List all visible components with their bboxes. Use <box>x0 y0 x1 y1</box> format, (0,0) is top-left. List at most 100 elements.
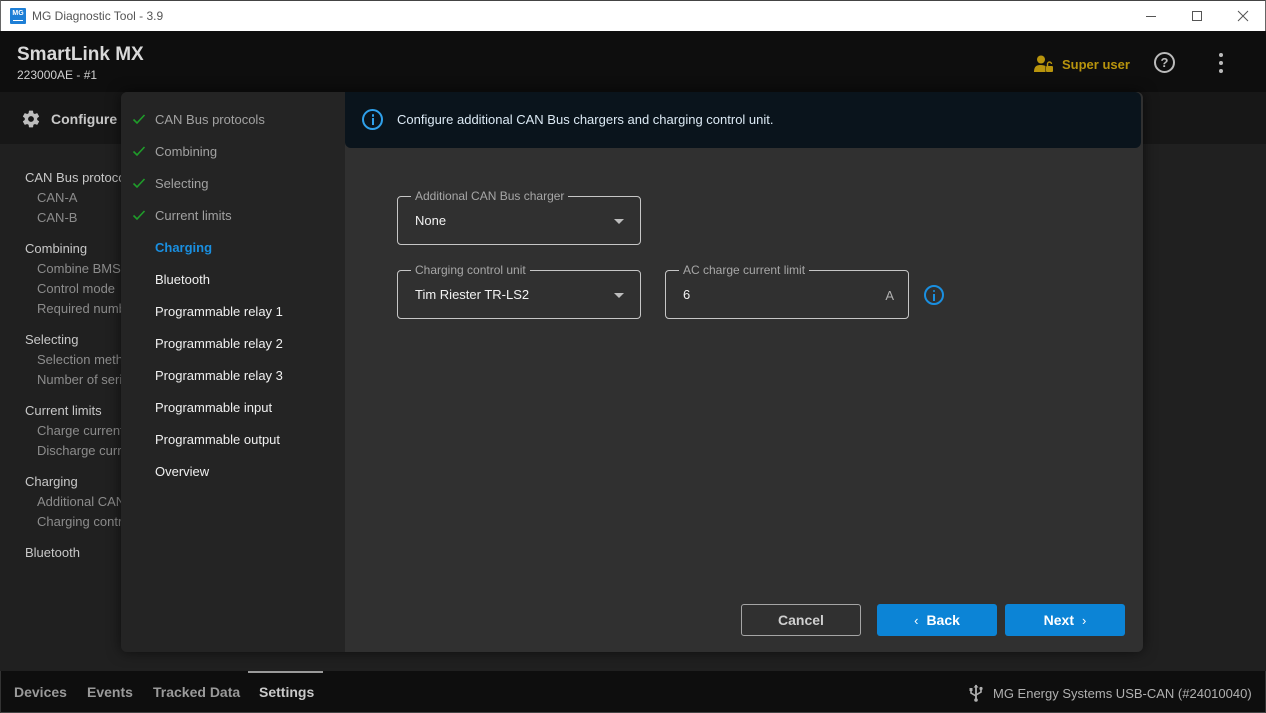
window-titlebar: MG MG Diagnostic Tool - 3.9 <box>0 0 1266 31</box>
wizard-step-overview[interactable]: Overview <box>121 459 345 483</box>
outline-item[interactable]: Charge current <box>25 421 125 441</box>
wizard-step-combining[interactable]: Combining <box>121 139 345 163</box>
app-header: SmartLink MX 223000AE - #1 Super user ? <box>0 31 1266 92</box>
outline-item[interactable]: Number of series <box>25 370 125 390</box>
wizard-step-label: Programmable output <box>155 431 281 447</box>
outline-item[interactable]: Additional CAN <box>25 492 125 512</box>
configure-section: Configure <box>21 109 117 129</box>
additional-charger-value: None <box>415 213 447 228</box>
additional-charger-select[interactable]: Additional CAN Bus charger None <box>397 189 641 245</box>
back-button[interactable]: ‹ Back <box>877 604 997 636</box>
outline-item[interactable]: Discharge current <box>25 441 125 461</box>
outline-item[interactable]: Charging control <box>25 512 125 532</box>
close-button[interactable] <box>1220 1 1266 31</box>
check-icon <box>132 210 146 221</box>
more-options-button[interactable] <box>1217 53 1225 73</box>
configure-label: Configure <box>51 111 118 127</box>
wizard-step-programmable-relay-1[interactable]: Programmable relay 1 <box>121 299 345 323</box>
wizard-step-current-limits[interactable]: Current limits <box>121 203 345 227</box>
dropdown-arrow-icon <box>614 293 624 298</box>
maximize-button[interactable] <box>1174 1 1220 31</box>
active-tab-indicator <box>248 671 323 673</box>
device-serial: 223000AE - #1 <box>17 68 98 82</box>
outline-group: SelectingSelection methodNumber of serie… <box>25 330 125 390</box>
help-button[interactable]: ? <box>1154 52 1175 73</box>
config-outline: CAN Bus protocols CAN-A CAN-B Combining Comb… <box>25 168 125 574</box>
check-icon <box>132 114 146 125</box>
outline-item[interactable]: Selection method <box>25 350 125 370</box>
additional-charger-label: Additional CAN Bus charger <box>411 189 569 203</box>
outline-section-title[interactable]: Charging <box>25 472 125 492</box>
outline-item[interactable]: Combine BMSs <box>25 259 125 279</box>
close-icon <box>1237 10 1249 22</box>
outline-section-title[interactable]: Combining <box>25 239 125 259</box>
tab-devices[interactable]: Devices <box>14 684 67 700</box>
info-banner: Configure additional CAN Bus chargers an… <box>345 92 1141 148</box>
outline-group: Combining Combine BMSs Control mode Require… <box>25 239 125 319</box>
ac-charge-current-limit-input[interactable]: AC charge current limit 6 A <box>665 263 909 319</box>
minimize-icon <box>1146 15 1156 17</box>
wizard-step-label: Charging <box>155 239 213 255</box>
user-role-button[interactable]: Super user <box>1034 55 1130 73</box>
wizard-stepper: CAN Bus protocols Combining Selecting Curre… <box>121 92 345 652</box>
cancel-button[interactable]: Cancel <box>741 604 861 636</box>
chevron-left-icon: ‹ <box>914 612 919 628</box>
charging-control-unit-select[interactable]: Charging control unit Tim Riester TR-LS2 <box>397 263 641 319</box>
tab-events[interactable]: Events <box>87 684 133 700</box>
outline-item[interactable]: Required number <box>25 299 125 319</box>
device-name: SmartLink MX <box>17 44 144 65</box>
wizard-step-charging[interactable]: Charging <box>121 235 345 259</box>
wizard-step-programmable-output[interactable]: Programmable output <box>121 427 345 451</box>
outline-group: Bluetooth <box>25 543 125 563</box>
back-label: Back <box>926 612 960 628</box>
ac-charge-current-unit: A <box>885 288 894 303</box>
wizard-step-label: Programmable relay 2 <box>155 335 283 351</box>
check-icon <box>132 178 146 189</box>
wizard-step-programmable-input[interactable]: Programmable input <box>121 395 345 419</box>
wizard-content: Configure additional CAN Bus chargers an… <box>345 92 1143 652</box>
next-button[interactable]: Next › <box>1005 604 1125 636</box>
connection-status: MG Energy Systems USB-CAN (#24010040) <box>969 684 1252 702</box>
wizard-step-label: CAN Bus protocols <box>155 111 265 127</box>
wizard-step-label: Combining <box>155 143 218 159</box>
chevron-right-icon: › <box>1082 612 1087 628</box>
outline-item[interactable]: Control mode <box>25 279 125 299</box>
user-role-label: Super user <box>1062 56 1130 72</box>
minimize-button[interactable] <box>1128 1 1174 31</box>
next-label: Next <box>1043 612 1074 628</box>
outline-section-title[interactable]: Current limits <box>25 401 125 421</box>
outline-section-title[interactable]: CAN Bus protocols <box>25 168 125 188</box>
outline-item[interactable]: CAN-B <box>25 208 125 228</box>
gear-icon <box>22 110 40 128</box>
wizard-step-programmable-relay-3[interactable]: Programmable relay 3 <box>121 363 345 387</box>
field-info-icon[interactable] <box>924 285 944 305</box>
more-vert-icon <box>1219 53 1223 57</box>
outline-group: CAN Bus protocols CAN-A CAN-B <box>25 168 125 228</box>
tab-tracked-data[interactable]: Tracked Data <box>153 684 240 700</box>
info-icon <box>362 109 383 130</box>
wizard-step-label: Selecting <box>155 175 209 191</box>
outline-group: Current limits Charge current Discharge cu… <box>25 401 125 461</box>
ac-charge-current-limit-value[interactable]: 6 <box>683 287 690 302</box>
wizard-step-programmable-relay-2[interactable]: Programmable relay 2 <box>121 331 345 355</box>
outline-group: Charging Additional CAN Charging control <box>25 472 125 532</box>
window-title: MG Diagnostic Tool - 3.9 <box>32 9 164 23</box>
connection-status-text: MG Energy Systems USB-CAN (#24010040) <box>993 685 1252 701</box>
wizard-step-label: Programmable relay 3 <box>155 367 283 383</box>
banner-text: Configure additional CAN Bus chargers an… <box>397 112 774 127</box>
cancel-label: Cancel <box>778 612 824 628</box>
wizard-step-label: Overview <box>155 463 210 479</box>
charging-control-unit-label: Charging control unit <box>411 263 530 277</box>
charging-control-unit-value: Tim Riester TR-LS2 <box>415 287 530 302</box>
wizard-step-bluetooth[interactable]: Bluetooth <box>121 267 345 291</box>
wizard-step-can-bus-protocols[interactable]: CAN Bus protocols <box>121 107 345 131</box>
user-lock-icon <box>1034 55 1053 72</box>
tab-settings[interactable]: Settings <box>259 684 314 700</box>
outline-item[interactable]: CAN-A <box>25 188 125 208</box>
outline-section-title[interactable]: Bluetooth <box>25 543 125 563</box>
outline-section-title[interactable]: Selecting <box>25 330 125 350</box>
wizard-step-label: Bluetooth <box>155 271 210 287</box>
wizard-step-label: Current limits <box>155 207 232 223</box>
wizard-step-selecting[interactable]: Selecting <box>121 171 345 195</box>
wizard-step-label: Programmable input <box>155 399 273 415</box>
